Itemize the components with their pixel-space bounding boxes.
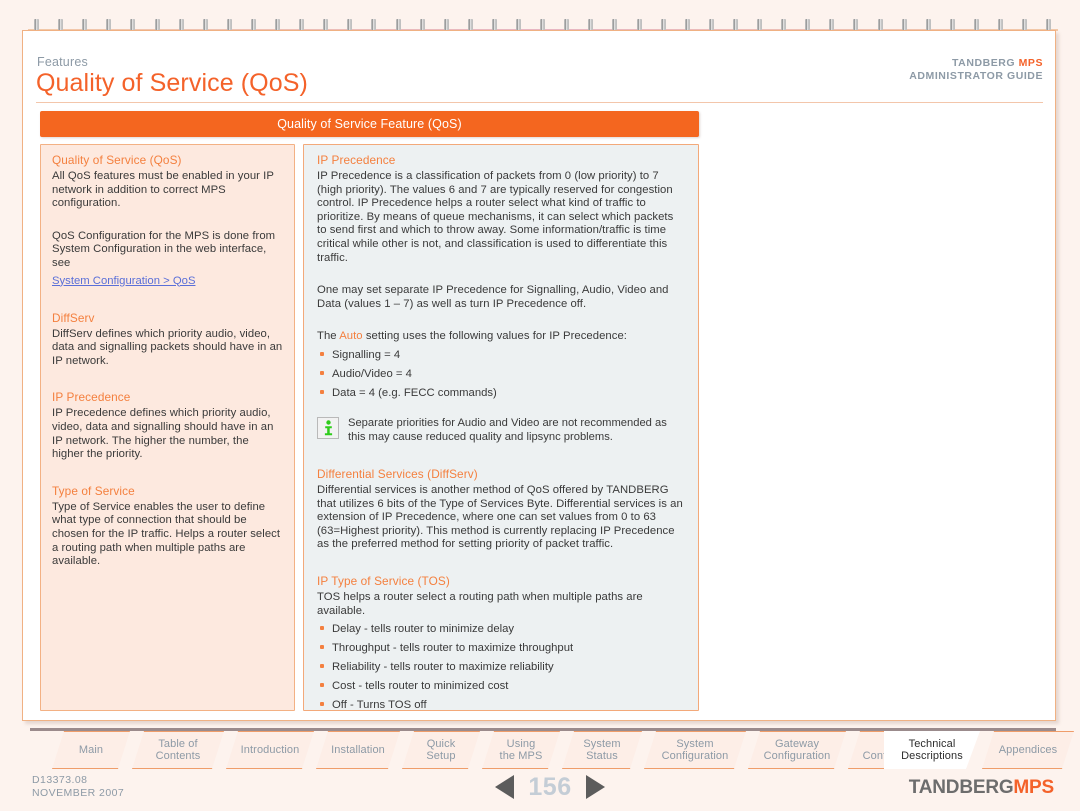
footer-brand: TANDBERGMPS (909, 777, 1054, 799)
tab-gateway-configuration[interactable]: Gateway Configuration (748, 731, 846, 769)
main-content-panel: IP Precedence IP Precedence is a classif… (303, 144, 699, 711)
sidebar-heading-type-of-service: Type of Service (52, 483, 135, 498)
info-note: Separate priorities for Audio and Video … (317, 416, 685, 445)
tab-label: Appendices (998, 743, 1058, 756)
sidebar-text-diffserv: DiffServ defines which priority audio, v… (52, 327, 283, 367)
header-divider (36, 102, 1043, 103)
footer-doc-id: D13373.08 (32, 774, 88, 786)
tab-label: Technical Descriptions (901, 737, 963, 762)
left-arrow-icon[interactable] (495, 775, 515, 799)
page-number: 156 (528, 772, 572, 801)
header-brand-guide: ADMINISTRATOR GUIDE (909, 70, 1043, 82)
footer-brand-tandberg: TANDBERG (908, 777, 1014, 798)
main-text-auto-intro: The Auto setting uses the following valu… (317, 330, 685, 344)
auto-intro-pre: The (317, 330, 337, 343)
header-brand-tandberg: TANDBERG (952, 57, 1016, 69)
tab-label: System Configuration (661, 737, 729, 762)
tab-installation[interactable]: Installation (316, 731, 400, 769)
header-eyebrow: Features (37, 55, 88, 69)
page-header: Features Quality of Service (QoS) TANDBE… (23, 31, 1055, 103)
sidebar-text-qos: All QoS features must be enabled in your… (52, 170, 274, 210)
feature-banner: Quality of Service Feature (QoS) (40, 111, 699, 137)
info-icon (317, 416, 339, 439)
sidebar-text-ip-precedence: IP Precedence defines which priority aud… (52, 407, 274, 461)
tos-option-item: Reliability - tells router to maximize r… (317, 660, 685, 674)
tab-label: Table of Contents (155, 737, 201, 762)
tab-label: Gateway Configuration (763, 737, 831, 762)
section-tab-bar: Main Table of Contents Introduction Install… (22, 728, 1056, 774)
auto-value-item: Data = 4 (e.g. FECC commands) (317, 386, 685, 400)
tab-quick-setup[interactable]: Quick Setup (402, 731, 480, 769)
right-arrow-icon[interactable] (585, 775, 605, 799)
auto-intro-post: setting uses the following values for IP… (365, 330, 627, 343)
sidebar-link-system-config-qos[interactable]: System Configuration > QoS (52, 275, 195, 287)
main-heading-ip-precedence: IP Precedence (317, 153, 396, 167)
footer-brand-mps: MPS (1013, 777, 1054, 798)
tab-label: Using the MPS (499, 737, 543, 762)
page-sheet: Features Quality of Service (QoS) TANDBE… (22, 30, 1056, 721)
tab-appendices[interactable]: Appendices (982, 731, 1074, 769)
tab-label: Installation (331, 743, 385, 756)
sidebar-heading-diffserv: DiffServ (52, 310, 95, 325)
tab-using-the-mps[interactable]: Using the MPS (482, 731, 560, 769)
tos-option-item: Delay - tells router to minimize delay (317, 622, 685, 636)
tab-introduction[interactable]: Introduction (226, 731, 314, 769)
tos-option-item: Throughput - tells router to maximize th… (317, 641, 685, 655)
main-text-ip-precedence-1: IP Precedence is a classification of pac… (317, 170, 674, 264)
tab-label: Main (78, 743, 104, 756)
tab-main[interactable]: Main (52, 731, 130, 769)
tos-options-list: Delay - tells router to minimize delay Th… (317, 622, 685, 712)
sidebar-text-type-of-service: Type of Service enables the user to defi… (52, 500, 281, 568)
tab-system-configuration[interactable]: System Configuration (644, 731, 746, 769)
page-title: Quality of Service (QoS) (36, 69, 308, 97)
main-heading-diffserv: Differential Services (DiffServ) (317, 466, 478, 481)
document-page: Features Quality of Service (QoS) TANDBE… (0, 0, 1080, 811)
tos-option-item: Off - Turns TOS off (317, 698, 685, 712)
sidebar-heading-qos: Quality of Service (QoS) (52, 153, 182, 167)
main-heading-tos: IP Type of Service (TOS) (317, 573, 450, 588)
tab-system-status[interactable]: System Status (562, 731, 642, 769)
tab-table-of-contents[interactable]: Table of Contents (132, 731, 224, 769)
auto-value-item: Signalling = 4 (317, 348, 685, 362)
main-text-tos: TOS helps a router select a routing path… (317, 590, 643, 617)
tos-option-item: Cost - tells router to minimized cost (317, 679, 685, 693)
tab-bar-top-rule (30, 728, 1056, 731)
auto-keyword: Auto (339, 330, 363, 343)
tab-label: Introduction (240, 743, 300, 756)
header-brand-mps: MPS (1018, 57, 1043, 69)
sidebar-panel: Quality of Service (QoS) All QoS feature… (40, 144, 295, 711)
info-note-text: Separate priorities for Audio and Video … (348, 416, 667, 444)
main-text-diffserv: Differential services is another method … (317, 483, 683, 551)
auto-value-item: Audio/Video = 4 (317, 367, 685, 381)
tab-label: System Status (583, 737, 621, 762)
page-navigation: 156 (460, 770, 640, 804)
header-brand: TANDBERG MPS ADMINISTRATOR GUIDE (909, 57, 1043, 83)
tab-label: Quick Setup (426, 737, 456, 762)
main-text-ip-precedence-2: One may set separate IP Precedence for S… (317, 284, 669, 310)
auto-values-list: Signalling = 4 Audio/Video = 4 Data = 4 (e… (317, 348, 685, 400)
footer-doc-info: D13373.08 NOVEMBER 2007 (32, 774, 124, 800)
tab-technical-descriptions[interactable]: Technical Descriptions (884, 731, 980, 769)
sidebar-heading-ip-precedence: IP Precedence (52, 390, 131, 405)
sidebar-text-qos-config: QoS Configuration for the MPS is done fr… (52, 229, 276, 269)
footer-doc-date: NOVEMBER 2007 (32, 787, 125, 799)
